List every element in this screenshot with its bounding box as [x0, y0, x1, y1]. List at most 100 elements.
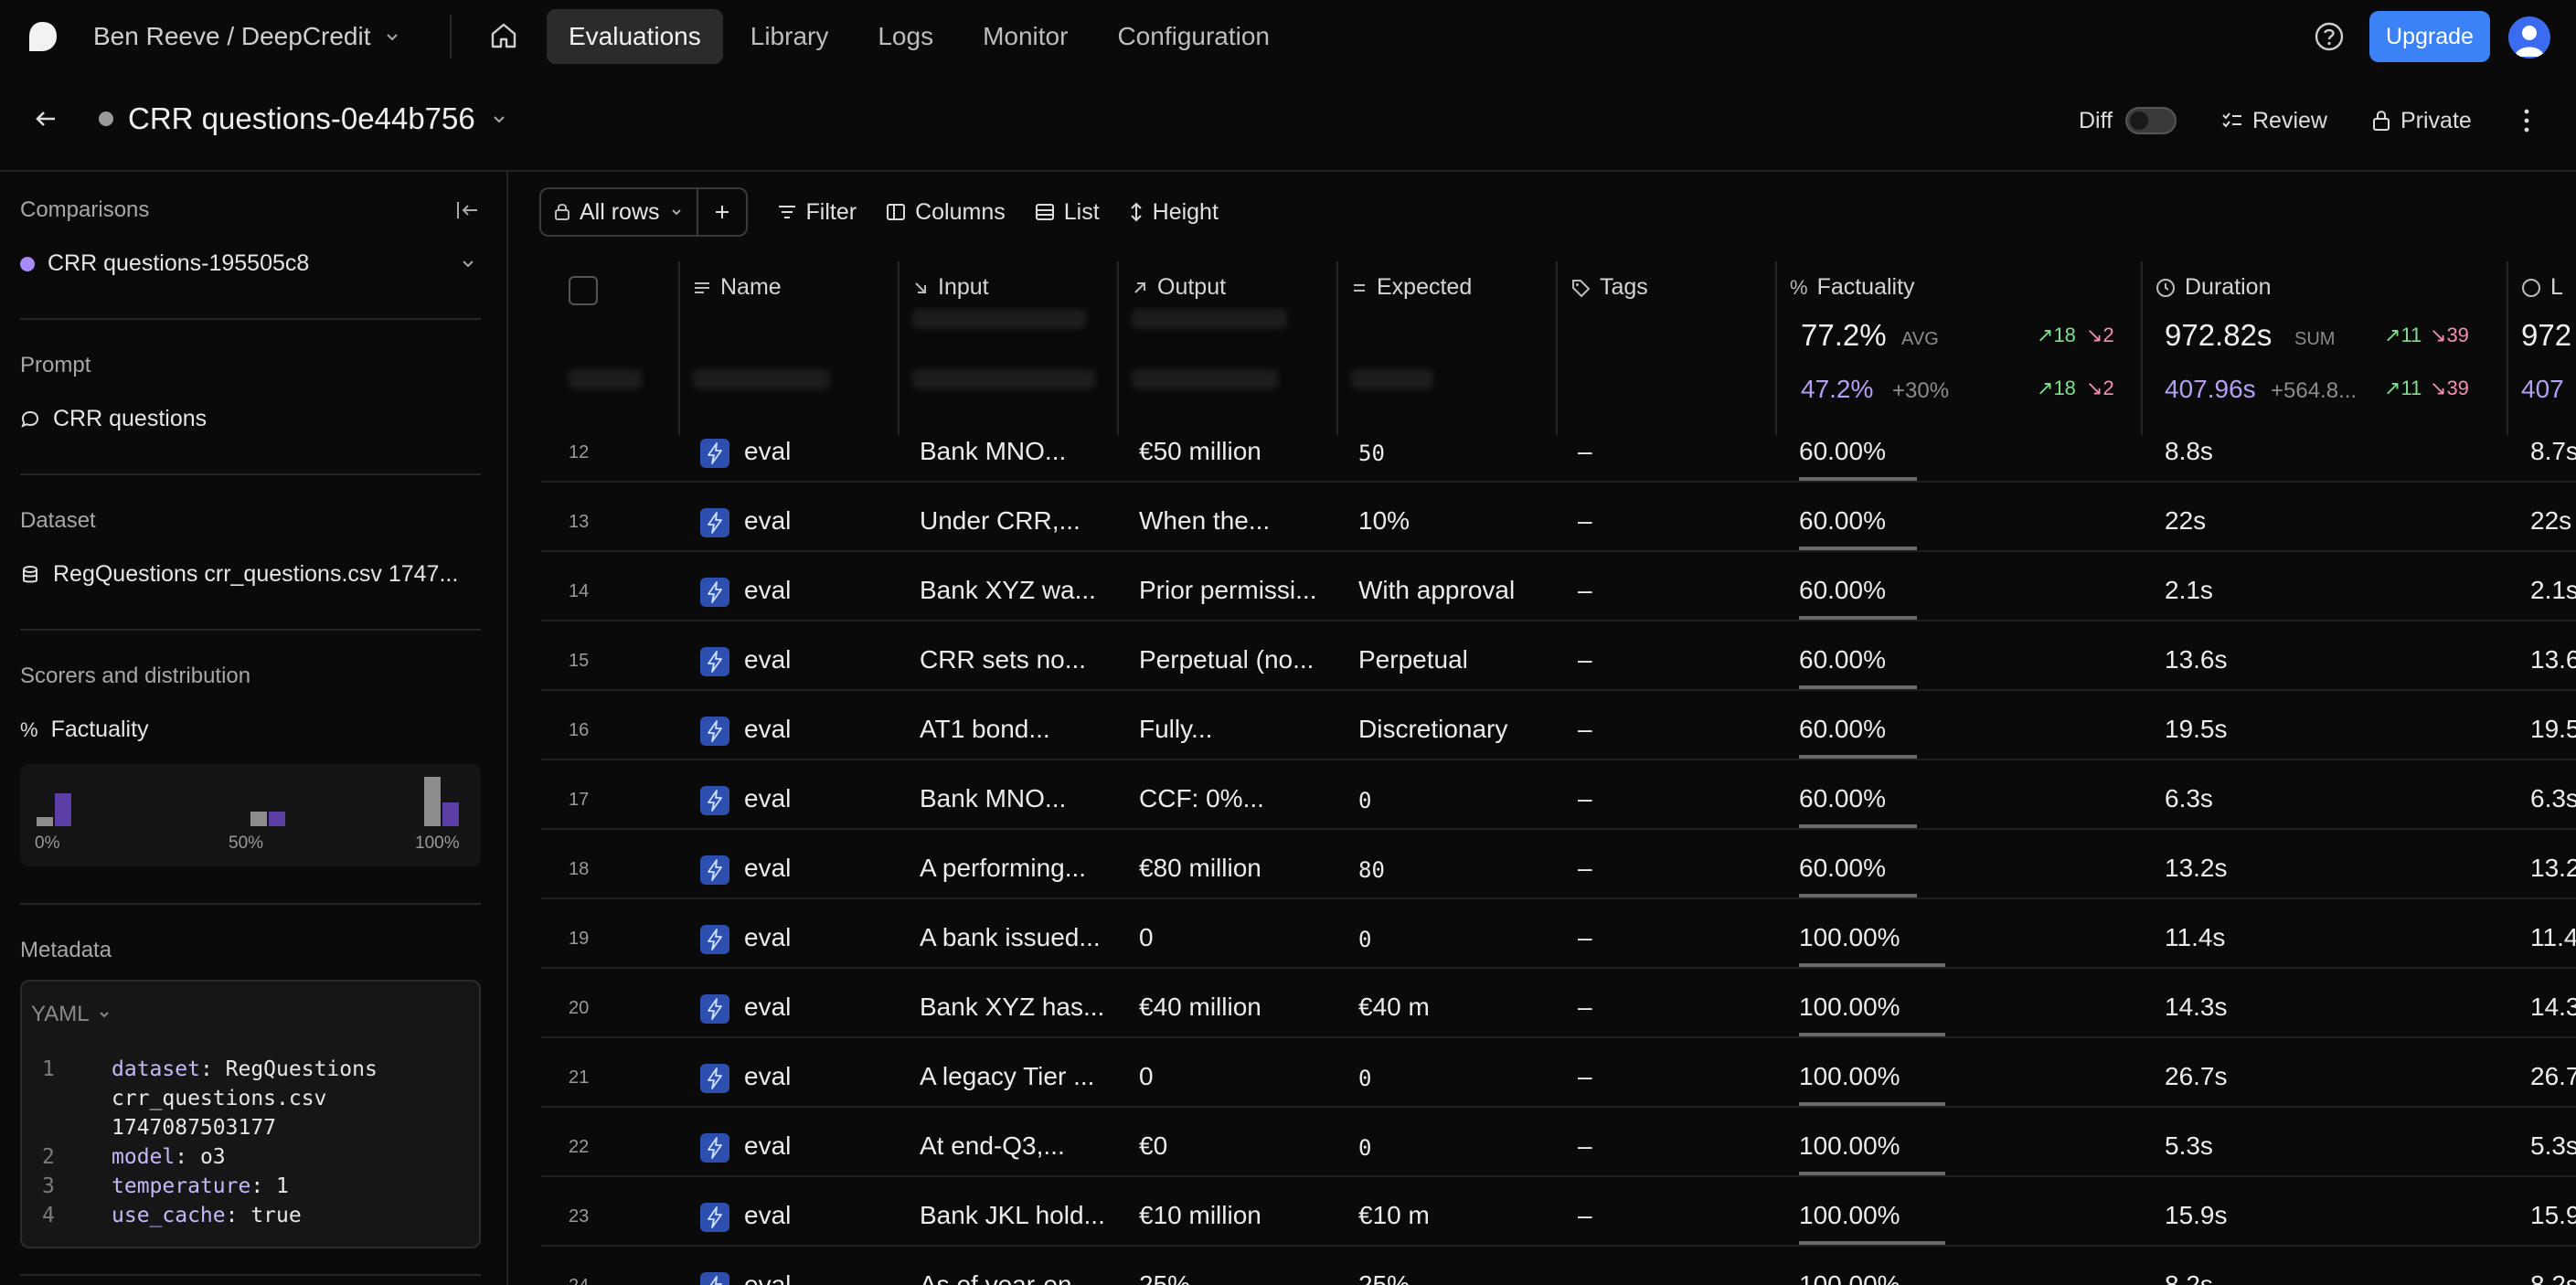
row-number: 20 — [569, 998, 590, 1018]
diff-toggle[interactable]: Diff — [2079, 104, 2177, 137]
row-expected: 0 — [1358, 1135, 1372, 1161]
upgrade-button[interactable]: Upgrade — [2369, 11, 2490, 62]
divider — [20, 629, 481, 631]
columns-button[interactable]: Columns — [886, 199, 1006, 226]
comparison-item[interactable]: CRR questions-195505c8 — [20, 250, 309, 277]
avatar[interactable] — [2508, 16, 2550, 58]
filter-label: Filter — [805, 198, 857, 225]
logo-icon[interactable] — [26, 20, 59, 53]
column-output[interactable]: Output — [1119, 261, 1338, 435]
table-row[interactable]: 21 eval A legacy Tier ... 0 0 – 100.00% 26.7s 26… — [541, 1038, 2576, 1108]
column-input[interactable]: Input — [899, 261, 1119, 435]
column-llm[interactable]: L 972 407 — [2508, 261, 2576, 435]
table-row[interactable]: 12 eval Bank MNO... €50 million 50 – 60.00% 8.8… — [541, 435, 2576, 483]
row-next-duration: 8.7s — [2530, 437, 2576, 465]
row-output: €40 million — [1139, 993, 1261, 1021]
dataset-title: Dataset — [20, 508, 96, 533]
table-row[interactable]: 18 eval A performing... €80 million 80 – 60.00… — [541, 830, 2576, 899]
metadata-title: Metadata — [20, 938, 112, 962]
row-tags: – — [1578, 923, 1592, 951]
list-button[interactable]: List — [1035, 199, 1100, 226]
row-output: €0 — [1139, 1131, 1168, 1160]
dist-label-100: 100% — [415, 834, 460, 853]
metadata-code-block[interactable]: YAML 1 dataset: RegQuestions crr_question… — [20, 980, 481, 1248]
column-expected[interactable]: Expected — [1338, 261, 1558, 435]
prompt-item[interactable]: CRR questions — [20, 406, 207, 432]
status-dot — [99, 112, 113, 126]
column-llm-header: L — [2521, 274, 2563, 301]
diff-switch[interactable] — [2125, 107, 2177, 134]
row-duration: 15.9s — [2165, 1201, 2228, 1229]
factuality-bar — [1799, 1172, 1945, 1175]
column-name-header: Name — [693, 274, 782, 301]
collapse-sidebar-icon[interactable] — [455, 199, 479, 221]
factuality-compare: 47.2% — [1801, 375, 1874, 403]
row-name: eval — [744, 923, 792, 951]
user-icon — [2515, 26, 2544, 57]
row-input: Under CRR,... — [920, 506, 1080, 535]
blurred-placeholder — [1132, 369, 1278, 389]
dist-bar — [424, 777, 441, 826]
column-factuality-label: Factuality — [1816, 274, 1915, 300]
format-select[interactable]: YAML — [31, 1002, 112, 1027]
row-next-duration: 13.6 — [2530, 645, 2576, 674]
row-output: CCF: 0%... — [1139, 784, 1264, 812]
code-line: 1 dataset: RegQuestions — [42, 1057, 378, 1081]
row-expected: 0 — [1358, 927, 1372, 952]
table-header: Name Input Output Expected Tags % Factua… — [541, 261, 2576, 435]
text-lines-icon — [695, 281, 709, 293]
filter-button[interactable]: Filter — [777, 199, 857, 226]
column-factuality[interactable]: % Factuality 77.2% AVG ↗18 ↘2 47.2% +30%… — [1777, 261, 2143, 435]
row-input: CRR sets no... — [920, 645, 1087, 674]
select-all-checkbox[interactable] — [569, 276, 598, 305]
tab-configuration[interactable]: Configuration — [1095, 9, 1292, 64]
bolt-icon — [700, 1203, 729, 1232]
home-icon[interactable] — [488, 20, 519, 51]
tab-monitor[interactable]: Monitor — [961, 9, 1090, 64]
dataset-item[interactable]: RegQuestions crr_questions.csv 1747... — [20, 561, 458, 588]
back-arrow-icon[interactable] — [31, 104, 60, 133]
column-name[interactable]: Name — [680, 261, 899, 435]
table-row[interactable]: 16 eval AT1 bond... Fully... Discretionary – 6… — [541, 691, 2576, 760]
table-row[interactable]: 22 eval At end-Q3,... €0 0 – 100.00% 5.3s 5.3s — [541, 1108, 2576, 1177]
table-row[interactable]: 23 eval Bank JKL hold... €10 million €10 m – 1… — [541, 1177, 2576, 1247]
chevron-down-icon — [494, 116, 505, 123]
review-button[interactable]: Review — [2221, 104, 2327, 137]
workspace-switcher[interactable]: Ben Reeve / DeepCredit — [93, 18, 400, 55]
row-number: 14 — [569, 581, 590, 601]
row-number: 24 — [569, 1276, 589, 1285]
help-icon[interactable] — [2313, 20, 2346, 53]
tab-library[interactable]: Library — [729, 9, 851, 64]
table-row[interactable]: 14 eval Bank XYZ wa... Prior permissi... Wit… — [541, 552, 2576, 621]
table-row[interactable]: 15 eval CRR sets no... Perpetual (no... Perp… — [541, 621, 2576, 691]
column-duration[interactable]: Duration 972.82s SUM ↗11 ↘39 407.96s +56… — [2143, 261, 2508, 435]
bolt-icon — [700, 578, 729, 607]
chevron-down-icon[interactable] — [459, 254, 477, 272]
table-row[interactable]: 17 eval Bank MNO... CCF: 0%... 0 – 60.00% 6.3s 6… — [541, 760, 2576, 830]
table-row[interactable]: 13 eval Under CRR,... When the... 10% – 60.00%… — [541, 483, 2576, 552]
arrow-up-right-icon — [1134, 281, 1145, 293]
chat-bubble-icon — [21, 410, 39, 428]
tab-logs[interactable]: Logs — [856, 9, 955, 64]
table-row[interactable]: 20 eval Bank XYZ has... €40 million €40 m – 10… — [541, 969, 2576, 1038]
row-tags: – — [1578, 993, 1592, 1021]
height-button[interactable]: Height — [1129, 199, 1219, 226]
experiment-title[interactable]: CRR questions-0e44b756 — [99, 99, 508, 139]
scorer-label: Factuality — [50, 717, 149, 742]
row-input: Bank JKL hold... — [920, 1201, 1105, 1229]
scorer-item[interactable]: % Factuality — [20, 717, 149, 743]
table-row[interactable]: 24 eval As of year-en... 25% 25% – 100.00% 8.2s… — [541, 1247, 2576, 1285]
row-factuality: 100.00% — [1799, 993, 1900, 1021]
factuality-bar — [1799, 755, 1917, 759]
row-factuality: 60.00% — [1799, 576, 1886, 604]
all-rows-select[interactable]: All rows — [539, 187, 698, 237]
private-button[interactable]: Private — [2371, 104, 2472, 137]
tab-evaluations[interactable]: Evaluations — [547, 9, 723, 64]
blurred-placeholder — [1351, 369, 1433, 389]
add-view-button[interactable] — [697, 187, 748, 237]
row-next-duration: 19.5 — [2530, 715, 2576, 743]
column-tags-label: Tags — [1600, 274, 1648, 300]
table-row[interactable]: 19 eval A bank issued... 0 0 – 100.00% 11.4s 11.… — [541, 899, 2576, 969]
more-vertical-icon[interactable] — [2521, 104, 2532, 137]
column-tags[interactable]: Tags — [1558, 261, 1777, 435]
